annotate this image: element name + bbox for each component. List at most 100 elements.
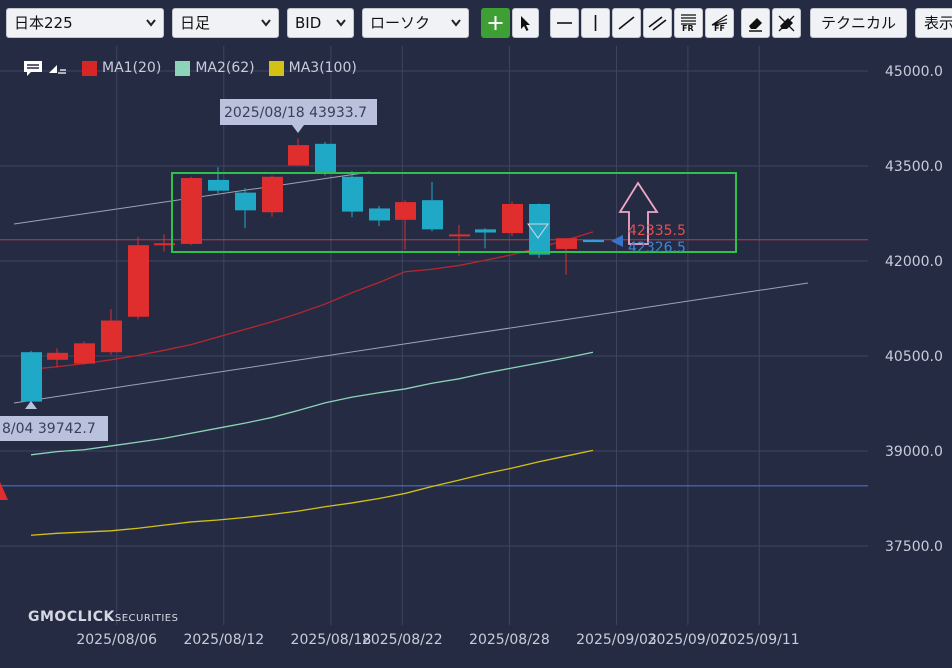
- technical-button[interactable]: テクニカル: [810, 8, 907, 38]
- candle-body: [288, 145, 309, 166]
- y-tick-label: 37500.0: [885, 539, 943, 555]
- legend-swatch: [175, 60, 191, 76]
- candle-body: [21, 352, 42, 402]
- high-label: 2025/08/18 43933.7: [224, 105, 367, 121]
- candle-body: [47, 352, 68, 360]
- chevron-down-icon: [261, 19, 271, 27]
- symbol-select[interactable]: 日本225: [6, 8, 164, 38]
- ma-line: [30, 351, 594, 456]
- chart-style-select[interactable]: ローソク: [362, 8, 469, 38]
- candle-body: [369, 208, 390, 221]
- legend-swatch: [268, 60, 284, 76]
- fibonacci-retracement-button[interactable]: FR: [674, 8, 703, 38]
- y-tick-label: 39000.0: [885, 444, 943, 460]
- indicator-legend: MA1(20) MA2(62) MA3(100): [22, 58, 357, 78]
- y-axis: 45000.0 43500.0 42000.0 40500.0 39000.0 37500…: [885, 64, 943, 555]
- chevron-down-icon: [451, 19, 461, 27]
- y-tick-label: 45000.0: [885, 64, 943, 80]
- chevron-down-icon: [146, 19, 156, 27]
- candles: [21, 138, 604, 404]
- candle-body: [128, 245, 149, 317]
- candlestick-chart[interactable]: 2025/08/18 43933.7 8/04 39742.7 42335.5423…: [0, 46, 952, 668]
- x-tick-label: 2025/08/12: [183, 632, 264, 648]
- edge-marker-icon: [0, 482, 8, 500]
- candle-body: [556, 238, 577, 249]
- legend-label: MA2(62): [195, 60, 255, 76]
- x-tick-label: 2025/08/06: [76, 632, 157, 648]
- symbol-label: 日本225: [14, 14, 73, 32]
- x-axis: 2025/08/06 2025/08/12 2025/08/182025/08/22…: [76, 632, 799, 648]
- candle-body: [74, 343, 95, 364]
- moving-averages: [30, 231, 594, 536]
- crosshair-tool-button[interactable]: [481, 8, 510, 38]
- candle-body: [101, 320, 122, 353]
- low-label: 8/04 39742.7: [2, 421, 96, 437]
- horizontal-line-button[interactable]: [550, 8, 579, 38]
- legend-item[interactable]: MA2(62): [175, 60, 255, 76]
- eraser-all-icon: [778, 15, 795, 32]
- price-type-select[interactable]: BID: [287, 8, 354, 38]
- high-label-pointer: [292, 125, 304, 133]
- ff-label: FF: [714, 24, 725, 33]
- y-tick-label: 42000.0: [885, 254, 943, 270]
- horizontal-line-icon: [557, 22, 572, 24]
- fibonacci-fan-button[interactable]: FF: [705, 8, 734, 38]
- collapse-legend-icon[interactable]: [46, 59, 68, 77]
- chart-style-label: ローソク: [370, 14, 431, 32]
- eraser-button[interactable]: [741, 8, 770, 38]
- candle-body: [181, 178, 202, 244]
- x-tick-label: 2025/08/22: [362, 632, 443, 648]
- trend-line-icon: [618, 16, 635, 30]
- brand-suffix: SECURITIES: [114, 613, 179, 624]
- technical-label: テクニカル: [820, 14, 896, 32]
- crosshair-icon: [488, 16, 503, 30]
- chart-grid: [0, 46, 868, 625]
- candle-body: [449, 234, 470, 237]
- x-tick-label: 2025/09/11: [719, 632, 800, 648]
- trend-line-button[interactable]: [612, 8, 641, 38]
- candle-body: [422, 200, 443, 230]
- timeframe-select[interactable]: 日足: [172, 8, 279, 38]
- pointer-icon: [521, 16, 530, 31]
- candle-body: [315, 143, 336, 173]
- x-tick-label: 2025/08/18: [291, 632, 372, 648]
- pointer-tool-button[interactable]: [512, 8, 539, 38]
- price-label-red: 42335.5: [628, 223, 686, 239]
- candle-body: [208, 179, 229, 191]
- brand-name: GMOCLICK: [28, 609, 115, 625]
- legend-item[interactable]: MA3(100): [268, 60, 357, 76]
- legend-label: MA3(100): [288, 60, 357, 76]
- vertical-line-icon: [594, 15, 597, 31]
- vertical-line-button[interactable]: [581, 8, 610, 38]
- candle-body: [475, 229, 496, 233]
- candle-body: [502, 204, 523, 234]
- y-tick-label: 40500.0: [885, 349, 943, 365]
- x-tick-label: 2025/09/07: [648, 632, 729, 648]
- x-tick-label: 2025/08/28: [469, 632, 550, 648]
- eraser-all-button[interactable]: [772, 8, 801, 38]
- fr-label: FR: [682, 24, 694, 33]
- price-type-label: BID: [295, 14, 322, 32]
- legend-swatch: [82, 60, 97, 76]
- candle-body: [262, 176, 283, 213]
- chevron-down-icon: [336, 19, 346, 27]
- legend-label: MA1(20): [102, 60, 162, 76]
- comment-icon[interactable]: [22, 59, 44, 77]
- display-label: 表示: [924, 14, 952, 32]
- timeframe-label: 日足: [180, 14, 211, 32]
- candle-body: [342, 176, 363, 212]
- y-tick-label: 43500.0: [885, 159, 943, 175]
- legend-item[interactable]: MA1(20): [82, 60, 161, 76]
- chart-toolbar: 日本225 日足 BID ローソク FR FF テクニカル 表示: [0, 0, 952, 46]
- candle-body: [395, 202, 416, 220]
- eraser-icon: [749, 18, 762, 32]
- display-button[interactable]: 表示: [915, 8, 952, 38]
- parallel-lines-icon: [648, 16, 667, 31]
- price-label-blue: 42326.5: [628, 240, 686, 256]
- low-label-pointer: [25, 401, 37, 409]
- ma-line: [30, 449, 594, 536]
- candle-body: [235, 192, 256, 211]
- x-tick-label: 2025/09/03: [576, 632, 657, 648]
- parallel-lines-button[interactable]: [643, 8, 672, 38]
- brand-logo: GMOCLICKSECURITIES: [28, 606, 178, 625]
